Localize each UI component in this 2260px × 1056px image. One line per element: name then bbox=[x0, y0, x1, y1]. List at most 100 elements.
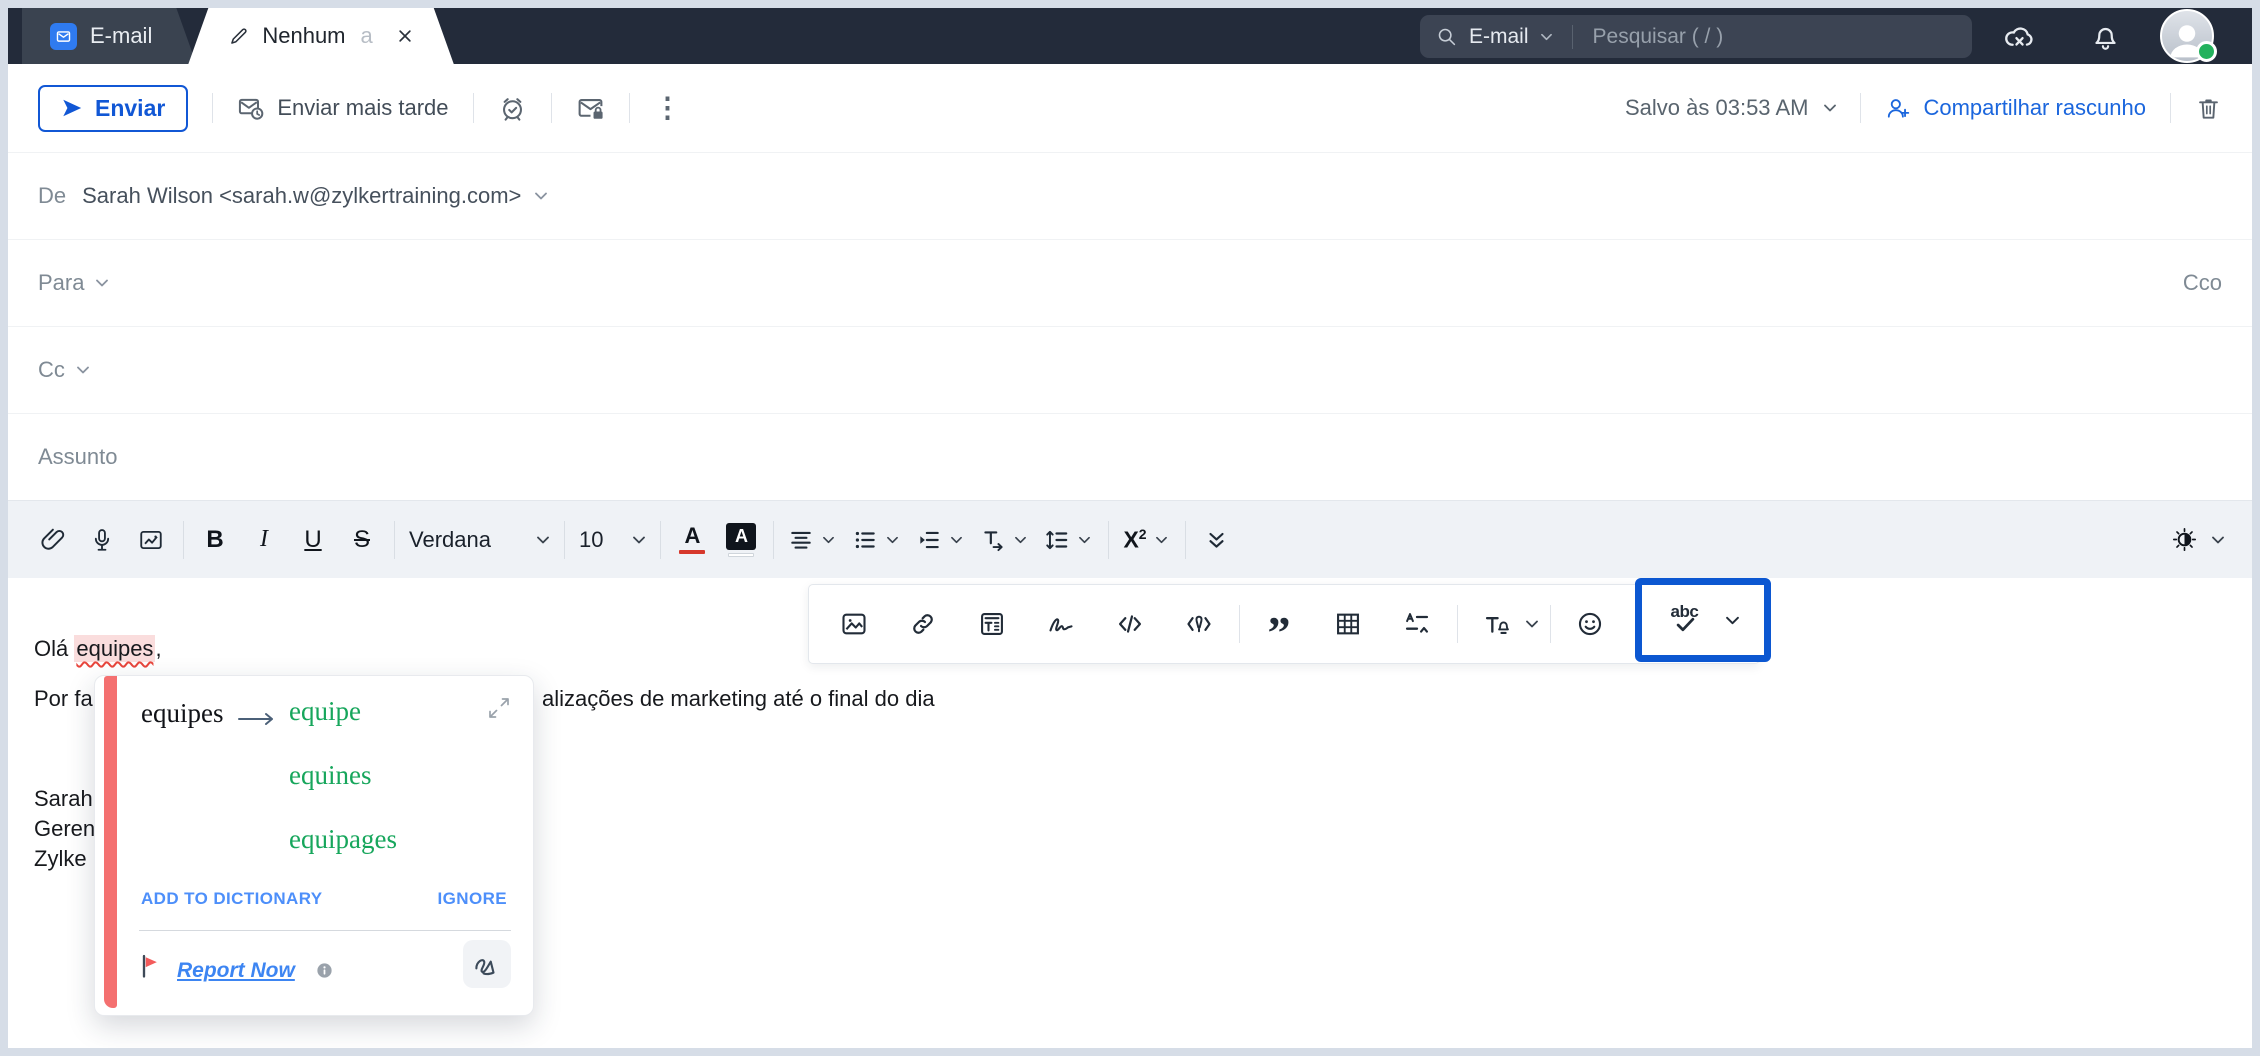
chevron-down-icon[interactable] bbox=[2212, 536, 2224, 544]
chevron-down-icon[interactable] bbox=[1824, 104, 1836, 112]
popup-divider bbox=[139, 930, 511, 931]
tab-email[interactable]: E-mail bbox=[22, 8, 196, 64]
insert-code-icon[interactable] bbox=[1115, 604, 1145, 644]
expand-icon[interactable] bbox=[487, 696, 511, 720]
line-spacing-icon bbox=[1044, 527, 1070, 553]
more-options-menu[interactable]: ⋮ bbox=[654, 94, 682, 122]
insert-link-icon[interactable] bbox=[908, 604, 938, 644]
chevron-down-icon bbox=[537, 536, 549, 544]
search-divider bbox=[1571, 24, 1573, 49]
zia-assistant-button[interactable] bbox=[463, 940, 511, 988]
subject-row[interactable]: Assunto bbox=[8, 413, 2252, 500]
voice-record-icon[interactable] bbox=[85, 520, 119, 560]
italic-button[interactable]: I bbox=[247, 520, 281, 560]
font-color-button[interactable]: A bbox=[675, 520, 709, 560]
screenshot-frame: E-mail Nenhum a E-mail Pesquisar ( / ) E… bbox=[0, 0, 2260, 1056]
insert-template-icon[interactable] bbox=[977, 604, 1007, 644]
divider bbox=[1550, 605, 1551, 643]
ignore-button[interactable]: IGNORE bbox=[438, 889, 507, 909]
font-size-select[interactable]: 10 bbox=[579, 527, 645, 553]
divider bbox=[1457, 605, 1458, 643]
from-value[interactable]: Sarah Wilson <sarah.w@zylkertraining.com… bbox=[82, 183, 547, 209]
suggestion-1[interactable]: equipe bbox=[289, 696, 361, 727]
insert-code-snippet-icon[interactable] bbox=[1184, 604, 1214, 644]
share-draft-button[interactable]: Compartilhar rascunho bbox=[1885, 95, 2146, 121]
spell-check-button-highlighted[interactable]: abc bbox=[1635, 578, 1771, 662]
emoji-icon[interactable] bbox=[1575, 604, 1605, 644]
offline-sync-icon[interactable] bbox=[2003, 20, 2036, 53]
chevron-down-icon bbox=[1079, 536, 1090, 544]
indent-icon bbox=[916, 527, 942, 553]
signature-role: Geren bbox=[34, 816, 96, 841]
message-body[interactable]: ” abc Olá equipes, Por fa alizações de m… bbox=[8, 578, 2252, 1048]
superscript-dropdown[interactable]: X2 bbox=[1123, 526, 1166, 554]
cc-label: Cc bbox=[38, 357, 65, 382]
chevron-down-icon bbox=[633, 536, 645, 544]
notifications-bell-icon[interactable] bbox=[2090, 21, 2121, 52]
to-row[interactable]: Para Cco bbox=[8, 239, 2252, 326]
underline-button[interactable]: U bbox=[296, 520, 330, 560]
divider bbox=[1239, 605, 1240, 643]
suggestion-2[interactable]: equines bbox=[289, 760, 371, 791]
insert-table-icon[interactable] bbox=[1333, 604, 1363, 644]
alignment-dropdown[interactable] bbox=[788, 527, 834, 553]
discard-trash-icon[interactable] bbox=[2195, 95, 2222, 122]
from-label: De bbox=[38, 183, 67, 208]
indent-dropdown[interactable] bbox=[916, 527, 962, 553]
more-formatting-icon[interactable] bbox=[1200, 520, 1234, 560]
chevron-down-icon bbox=[887, 536, 898, 544]
reminder-alarm-icon[interactable] bbox=[498, 94, 527, 123]
suggestion-3[interactable]: equipages bbox=[289, 824, 397, 855]
text-direction-dropdown[interactable] bbox=[980, 527, 1026, 553]
chevron-down-icon[interactable] bbox=[1541, 33, 1552, 41]
saved-status[interactable]: Salvo às 03:53 AM bbox=[1625, 95, 1836, 121]
bcc-toggle[interactable]: Cco bbox=[2183, 270, 2222, 296]
info-icon[interactable] bbox=[315, 961, 334, 980]
chevron-down-icon[interactable] bbox=[77, 366, 89, 374]
mail-app-icon bbox=[50, 23, 77, 50]
search-input[interactable]: Pesquisar ( / ) bbox=[1593, 25, 1724, 49]
divider bbox=[773, 520, 775, 559]
strikethrough-button[interactable]: S bbox=[345, 520, 379, 560]
blockquote-icon[interactable]: ” bbox=[1264, 604, 1294, 656]
send-button[interactable]: Enviar bbox=[38, 84, 189, 132]
chevron-down-icon bbox=[823, 536, 834, 544]
list-dropdown[interactable] bbox=[852, 527, 898, 553]
search-scope[interactable]: E-mail bbox=[1469, 25, 1529, 49]
bold-button[interactable]: B bbox=[198, 520, 232, 560]
close-tab-icon[interactable] bbox=[396, 27, 414, 45]
arrow-right-icon bbox=[237, 712, 277, 731]
highlight-color-button[interactable]: A bbox=[724, 520, 758, 560]
misspelled-word[interactable]: equipes bbox=[74, 635, 156, 662]
signature-company: Zylke bbox=[34, 846, 87, 871]
attach-file-icon[interactable] bbox=[36, 520, 70, 560]
from-row[interactable]: De Sarah Wilson <sarah.w@zylkertraining.… bbox=[8, 152, 2252, 239]
divider bbox=[660, 520, 662, 559]
insert-media-icon[interactable] bbox=[134, 520, 168, 560]
font-family-select[interactable]: Verdana bbox=[409, 527, 549, 553]
divider bbox=[183, 520, 184, 559]
send-later-button[interactable]: Enviar mais tarde bbox=[237, 94, 449, 122]
text-case-icon[interactable] bbox=[1402, 604, 1432, 644]
secure-mail-icon[interactable] bbox=[576, 94, 605, 123]
report-now-link[interactable]: Report Now bbox=[177, 959, 295, 983]
text-style-icon[interactable] bbox=[1482, 604, 1512, 644]
chevron-down-icon[interactable] bbox=[1526, 620, 1538, 628]
subject-input[interactable]: Assunto bbox=[38, 444, 118, 470]
send-plane-icon bbox=[61, 97, 83, 119]
tab-compose-suffix: a bbox=[360, 23, 373, 48]
chevron-down-icon[interactable] bbox=[96, 279, 108, 287]
chevron-down-icon[interactable] bbox=[535, 192, 547, 200]
zia-icon bbox=[472, 949, 502, 979]
editor-theme-icon[interactable] bbox=[2171, 526, 2198, 553]
chevron-down-icon[interactable] bbox=[1726, 616, 1739, 625]
tab-email-label: E-mail bbox=[90, 23, 153, 48]
insert-signature-icon[interactable] bbox=[1046, 604, 1076, 644]
insert-image-icon[interactable] bbox=[839, 604, 869, 644]
global-search-bar[interactable]: E-mail Pesquisar ( / ) bbox=[1420, 15, 1972, 58]
search-icon bbox=[1436, 26, 1457, 47]
tab-compose[interactable]: Nenhum a bbox=[188, 8, 453, 64]
cc-row[interactable]: Cc bbox=[8, 326, 2252, 413]
add-to-dictionary-button[interactable]: ADD TO DICTIONARY bbox=[141, 889, 323, 909]
line-spacing-dropdown[interactable] bbox=[1044, 527, 1090, 553]
